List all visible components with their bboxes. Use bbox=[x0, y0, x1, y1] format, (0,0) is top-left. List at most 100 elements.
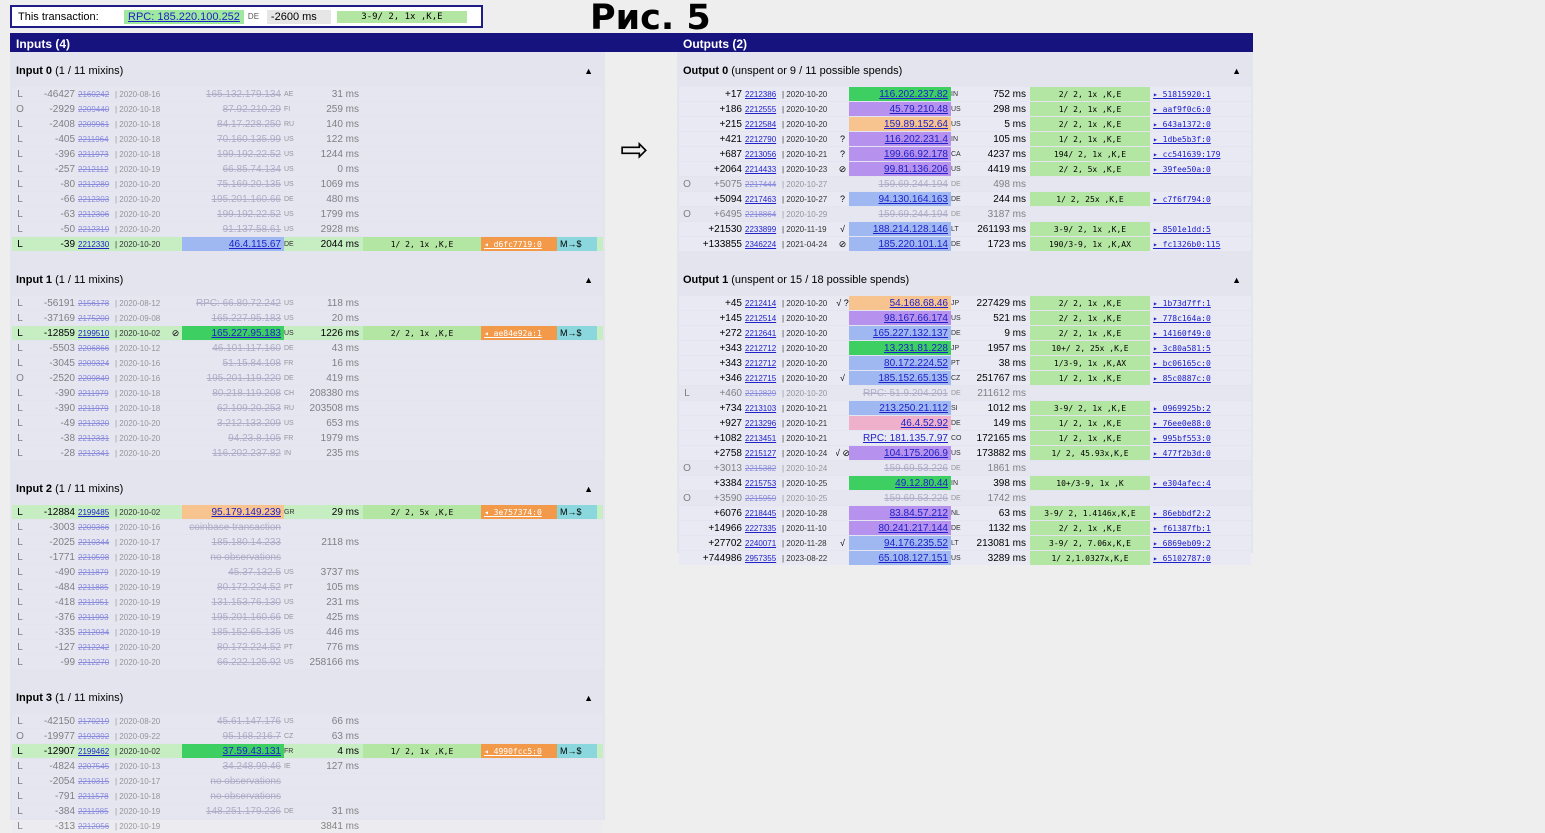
block-height-link[interactable]: 2211979 bbox=[78, 401, 115, 415]
ip-address-link[interactable]: 199.192.22.52 bbox=[182, 207, 284, 221]
tx-link[interactable] bbox=[481, 655, 557, 669]
tx-link[interactable]: ▸ 477f2b3d:0 bbox=[1150, 446, 1230, 460]
block-height-link[interactable]: 2212320 bbox=[78, 416, 115, 430]
tx-link[interactable]: ▸ 65102787:0 bbox=[1150, 551, 1230, 565]
tx-link[interactable] bbox=[481, 207, 557, 221]
ip-address-link[interactable]: 75.169.20.135 bbox=[182, 177, 284, 191]
block-height-link[interactable]: 2199485 bbox=[78, 505, 115, 519]
tx-link[interactable]: ▸ e304afec:4 bbox=[1150, 476, 1230, 490]
ip-address-link[interactable]: 116.202.231.4 bbox=[849, 132, 951, 146]
tx-link[interactable]: ▸ 6869eb09:2 bbox=[1150, 536, 1230, 550]
ip-address-link[interactable]: 165.227.95.183 bbox=[182, 326, 284, 340]
block-height-link[interactable]: 2215127 bbox=[745, 446, 782, 460]
ip-address-link[interactable]: 159.69.244.194 bbox=[849, 207, 951, 221]
ip-address-link[interactable]: 185.152.65.135 bbox=[849, 371, 951, 385]
ip-address-link[interactable]: 80.172.224.52 bbox=[182, 640, 284, 654]
ip-address-link[interactable]: coinbase transaction bbox=[182, 520, 284, 534]
tx-link[interactable]: ▸ 1b73d7ff:1 bbox=[1150, 296, 1230, 310]
tx-link[interactable]: ▸ aaf9f0c6:0 bbox=[1150, 102, 1230, 116]
ip-address-link[interactable]: 95.168.216.7 bbox=[182, 729, 284, 743]
tx-link[interactable]: ▸ 995bf553:0 bbox=[1150, 431, 1230, 445]
ip-address-link[interactable]: RPC: 51.9.204.201 bbox=[849, 386, 951, 400]
ip-address-link[interactable]: 199.66.92.178 bbox=[849, 147, 951, 161]
tx-link[interactable] bbox=[481, 296, 557, 310]
tx-link[interactable]: ▸ bc06165c:0 bbox=[1150, 356, 1230, 370]
block-height-link[interactable]: 2213056 bbox=[745, 147, 782, 161]
ip-address-link[interactable]: no observations bbox=[182, 789, 284, 803]
ip-address-link[interactable]: 46.4.52.92 bbox=[849, 416, 951, 430]
ip-address-link[interactable]: RPC: 66.80.72.242 bbox=[182, 296, 284, 310]
block-height-link[interactable]: 2215959 bbox=[745, 491, 782, 505]
ip-address-link[interactable]: 98.167.66.174 bbox=[849, 311, 951, 325]
ip-address-link[interactable]: 80.241.217.144 bbox=[849, 521, 951, 535]
ip-address-link[interactable]: 80.172.224.52 bbox=[849, 356, 951, 370]
block-height-link[interactable]: 2212341 bbox=[78, 446, 115, 460]
tx-link[interactable] bbox=[481, 341, 557, 355]
ip-address-link[interactable]: 185.152.65.135 bbox=[182, 625, 284, 639]
block-height-link[interactable]: 2214433 bbox=[745, 162, 782, 176]
tx-link[interactable] bbox=[481, 819, 557, 833]
block-height-link[interactable]: 2211879 bbox=[78, 565, 115, 579]
block-height-link[interactable]: 2212712 bbox=[745, 356, 782, 370]
block-height-link[interactable]: 2212790 bbox=[745, 132, 782, 146]
block-height-link[interactable]: 2240071 bbox=[745, 536, 782, 550]
ip-address-link[interactable]: 95.179.149.239 bbox=[182, 505, 284, 519]
ip-address-link[interactable]: 165.227.95.183 bbox=[182, 311, 284, 325]
ip-address-link[interactable]: 62.109.20.253 bbox=[182, 401, 284, 415]
ip-address-link[interactable]: 213.250.21.112 bbox=[849, 401, 951, 415]
tx-link[interactable]: ▸ 1dbe5b3f:0 bbox=[1150, 132, 1230, 146]
ip-address-link[interactable]: 104.175.206.9 bbox=[849, 446, 951, 460]
tx-link[interactable] bbox=[481, 520, 557, 534]
tx-link[interactable] bbox=[481, 580, 557, 594]
tx-link[interactable] bbox=[481, 729, 557, 743]
ip-address-link[interactable]: 45.79.210.48 bbox=[849, 102, 951, 116]
block-height-link[interactable]: 2212641 bbox=[745, 326, 782, 340]
collapse-triangle-icon[interactable]: ▲ bbox=[1232, 66, 1241, 76]
ip-address-link[interactable]: 94.23.8.105 bbox=[182, 431, 284, 445]
block-height-link[interactable]: 2218445 bbox=[745, 506, 782, 520]
ip-address-link[interactable]: 195.201.119.220 bbox=[182, 371, 284, 385]
tx-link[interactable]: ▸ 778c164a:0 bbox=[1150, 311, 1230, 325]
ip-address-link[interactable]: 195.201.160.66 bbox=[182, 192, 284, 206]
tx-link[interactable] bbox=[1150, 461, 1230, 475]
tx-link[interactable]: ▸ c7f6f794:0 bbox=[1150, 192, 1230, 206]
ip-address-link[interactable]: 185.180.14.233 bbox=[182, 535, 284, 549]
block-height-link[interactable]: 2213296 bbox=[745, 416, 782, 430]
block-height-link[interactable]: 2212289 bbox=[78, 177, 115, 191]
tx-link[interactable] bbox=[481, 87, 557, 101]
ip-address-link[interactable]: 91.137.58.61 bbox=[182, 222, 284, 236]
tx-link[interactable]: ▸ 3c80a581:5 bbox=[1150, 341, 1230, 355]
block-height-link[interactable]: 2211951 bbox=[78, 595, 115, 609]
block-height-link[interactable]: 2212330 bbox=[78, 237, 115, 251]
ip-address-link[interactable]: 94.130.164.163 bbox=[849, 192, 951, 206]
ip-address-link[interactable]: 148.251.179.236 bbox=[182, 804, 284, 818]
tx-link[interactable]: ▸ 8501e1dd:5 bbox=[1150, 222, 1230, 236]
tx-link[interactable] bbox=[481, 371, 557, 385]
block-height-link[interactable]: 2210315 bbox=[78, 774, 115, 788]
tx-link[interactable] bbox=[481, 132, 557, 146]
ip-address-link[interactable]: no observations bbox=[182, 550, 284, 564]
tx-link[interactable]: ◂ ae84e92a:1 bbox=[481, 326, 557, 340]
tx-link[interactable] bbox=[481, 401, 557, 415]
tx-link[interactable] bbox=[481, 759, 557, 773]
block-height-link[interactable]: 2212306 bbox=[78, 207, 115, 221]
tx-link[interactable] bbox=[1150, 386, 1230, 400]
block-height-link[interactable]: 2211985 bbox=[78, 804, 115, 818]
block-height-link[interactable]: 2170219 bbox=[78, 714, 115, 728]
block-height-link[interactable]: 2175200 bbox=[78, 311, 115, 325]
block-height-link[interactable]: 2206866 bbox=[78, 341, 115, 355]
tx-link[interactable] bbox=[1150, 207, 1230, 221]
ip-address-link[interactable]: 159.69.53.226 bbox=[849, 461, 951, 475]
tx-link[interactable] bbox=[1150, 491, 1230, 505]
tx-link[interactable] bbox=[481, 192, 557, 206]
block-height-link[interactable]: 2212584 bbox=[745, 117, 782, 131]
ip-address-link[interactable]: 199.192.22.52 bbox=[182, 147, 284, 161]
block-height-link[interactable]: 2210344 bbox=[78, 535, 115, 549]
ip-address-link[interactable]: 87.92.210.29 bbox=[182, 102, 284, 116]
tx-link[interactable] bbox=[481, 311, 557, 325]
tx-link[interactable] bbox=[481, 595, 557, 609]
ip-address-link[interactable]: 46.101.117.160 bbox=[182, 341, 284, 355]
tx-link[interactable] bbox=[481, 431, 557, 445]
tx-link[interactable] bbox=[481, 804, 557, 818]
tx-link[interactable]: ▸ 39fee50a:0 bbox=[1150, 162, 1230, 176]
